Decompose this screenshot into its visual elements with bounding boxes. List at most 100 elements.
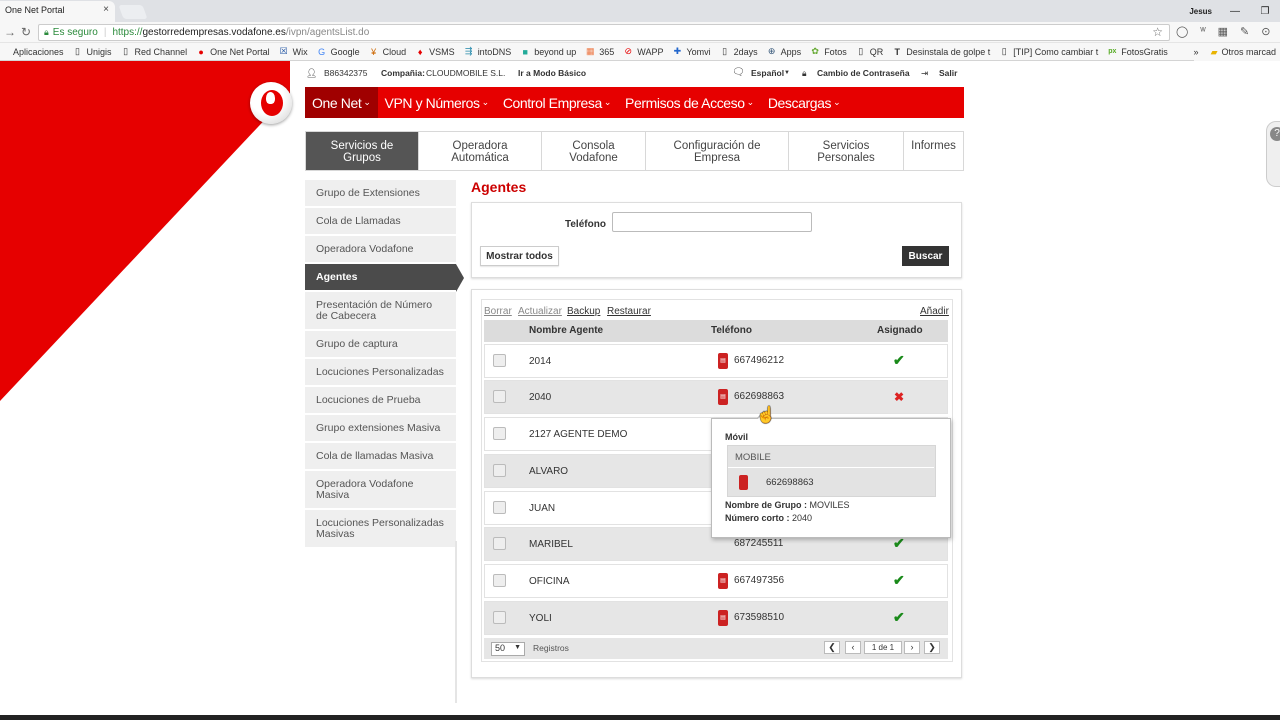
yomvi-icon: ✚	[673, 46, 682, 56]
tab-servicios-grupos[interactable]: Servicios de Grupos	[306, 132, 419, 170]
phone-search-input[interactable]	[612, 212, 812, 232]
help-icon[interactable]: ?	[1270, 127, 1280, 141]
tab-informes[interactable]: Informes	[904, 132, 963, 170]
extension-circle-icon[interactable]: ◯	[1176, 25, 1188, 38]
bookmarks-more-icon[interactable]: »	[1194, 47, 1199, 57]
basic-mode-link[interactable]: Ir a Modo Básico	[518, 68, 586, 78]
restore-link[interactable]: Restaurar	[607, 306, 651, 317]
menu-one-net[interactable]: One Net ⌄	[305, 87, 378, 118]
row-checkbox[interactable]	[493, 464, 506, 477]
row-checkbox[interactable]	[493, 354, 506, 367]
tab-close-icon[interactable]: ×	[103, 4, 109, 15]
extension-pen-icon[interactable]: ✎	[1240, 25, 1249, 38]
sidebar-item-operadora-vodafone-masiva[interactable]: Operadora Vodafone Masiva	[305, 471, 456, 509]
extension-pin-icon[interactable]: ⊙	[1261, 25, 1270, 38]
bookmark-item[interactable]: ✚ Yomvi	[672, 46, 711, 57]
bookmark-star-icon[interactable]: ☆	[1152, 25, 1163, 39]
row-checkbox[interactable]	[493, 501, 506, 514]
bookmark-item[interactable]: ■ beyond up	[520, 47, 576, 57]
mobile-phone-icon[interactable]: ▤	[718, 389, 728, 405]
menu-control-empresa[interactable]: Control Empresa ⌄	[496, 87, 618, 118]
not-assigned-x-icon: ✖	[894, 390, 905, 404]
table-row[interactable]: 2040 ▤ 662698863 ✖	[484, 380, 948, 414]
tab-configuracion-empresa[interactable]: Configuración de Empresa	[646, 132, 789, 170]
mobile-phone-icon[interactable]: ▤	[718, 610, 728, 626]
bookmark-item[interactable]: ☒ Wix	[279, 46, 308, 57]
table-row[interactable]: OFICINA ▤ 667497356 ✔	[484, 564, 948, 598]
sidebar-item-locuciones-prueba[interactable]: Locuciones de Prueba	[305, 387, 456, 414]
sidebar-item-agentes[interactable]: Agentes	[305, 264, 464, 292]
sidebar-item-grupo-captura[interactable]: Grupo de captura	[305, 331, 456, 358]
browser-user[interactable]: Jesus	[1181, 7, 1220, 16]
sidebar-item-locuciones-personalizadas[interactable]: Locuciones Personalizadas	[305, 359, 456, 386]
browser-tab[interactable]: One Net Portal ×	[0, 1, 115, 22]
column-phone[interactable]: Teléfono	[711, 325, 752, 336]
sidebar-item-presentacion-numero[interactable]: Presentación de Número de Cabecera	[305, 292, 456, 330]
bookmark-item[interactable]: ⇶ intoDNS	[464, 46, 511, 57]
bookmark-item[interactable]: ▯ QR	[856, 46, 883, 57]
bookmark-item[interactable]: Aplicaciones	[0, 47, 64, 57]
menu-vpn-numeros[interactable]: VPN y Números ⌄	[378, 87, 496, 118]
bookmark-item[interactable]: ⊘ WAPP	[623, 46, 664, 57]
new-tab-button[interactable]	[118, 5, 148, 19]
sidebar-item-locuciones-masivas[interactable]: Locuciones Personalizadas Masivas	[305, 510, 456, 548]
bookmark-item[interactable]: ▯ [TIP] Como cambiar t	[999, 46, 1099, 57]
search-button[interactable]: Buscar	[902, 246, 949, 266]
page-size-select[interactable]: 50 ▼	[491, 642, 525, 656]
bookmark-item[interactable]: ⊕ Apps	[767, 46, 801, 57]
extension-w-icon[interactable]: ʷ	[1200, 25, 1205, 38]
next-page-icon[interactable]: ›	[904, 641, 920, 654]
bookmark-item[interactable]: ✿ Fotos	[810, 46, 846, 57]
reload-icon[interactable]: ↻	[21, 25, 31, 39]
sidebar-item-cola-llamadas-masiva[interactable]: Cola de llamadas Masiva	[305, 443, 456, 470]
menu-permisos-acceso[interactable]: Permisos de Acceso ⌄	[618, 87, 761, 118]
mobile-phone-icon[interactable]: ▤	[718, 353, 728, 369]
bookmark-item[interactable]: T Desinstala de golpe t	[892, 47, 990, 57]
bookmark-item[interactable]: ♦ VSMS	[415, 47, 455, 57]
mobile-phone-icon[interactable]: ▤	[718, 573, 728, 589]
row-checkbox[interactable]	[493, 537, 506, 550]
tab-operadora-automatica[interactable]: Operadora Automática	[419, 132, 542, 170]
column-assigned[interactable]: Asignado	[877, 325, 923, 336]
logout-link[interactable]: Salir	[939, 68, 957, 78]
table-row[interactable]: YOLI ▤ 673598510 ✔	[484, 601, 948, 635]
menu-descargas[interactable]: Descargas ⌄	[761, 87, 847, 118]
bookmark-item[interactable]: G Google	[317, 47, 360, 57]
first-page-icon[interactable]: ❮	[824, 641, 840, 654]
other-bookmarks[interactable]: Otros marcad	[1221, 47, 1276, 57]
bookmark-item[interactable]: ▦ 365	[585, 46, 614, 57]
backup-link[interactable]: Backup	[567, 306, 600, 317]
column-name[interactable]: Nombre Agente	[529, 325, 603, 336]
sidebar-item-grupo-extensiones[interactable]: Grupo de Extensiones	[305, 180, 456, 207]
bookmark-item[interactable]: ¥ Cloud	[369, 47, 406, 57]
show-all-button[interactable]: Mostrar todos	[480, 246, 559, 266]
last-page-icon[interactable]: ❯	[924, 641, 940, 654]
sidebar-item-cola-llamadas[interactable]: Cola de Llamadas	[305, 208, 456, 235]
address-bar[interactable]: 🔒︎ Es seguro | https:// gestorredempresa…	[38, 24, 1170, 41]
delete-link[interactable]: Borrar	[484, 306, 512, 317]
update-link[interactable]: Actualizar	[518, 306, 562, 317]
change-password-link[interactable]: Cambio de Contraseña	[817, 68, 910, 78]
extension-grid-icon[interactable]: ▦	[1218, 25, 1228, 38]
bookmark-item[interactable]: ▯ Red Channel	[121, 46, 187, 57]
tab-servicios-personales[interactable]: Servicios Personales	[789, 132, 904, 170]
add-link[interactable]: Añadir	[920, 306, 949, 317]
agent-phone: 673598510	[734, 612, 785, 623]
bookmark-item[interactable]: ▯ 2days	[720, 46, 758, 57]
maximize-icon[interactable]: ❐	[1250, 6, 1280, 17]
row-checkbox[interactable]	[493, 574, 506, 587]
row-checkbox[interactable]	[493, 390, 506, 403]
forward-icon[interactable]: →	[4, 25, 16, 39]
language-selector[interactable]: Español	[751, 68, 784, 78]
row-checkbox[interactable]	[493, 427, 506, 440]
minimize-icon[interactable]: —	[1220, 6, 1250, 17]
tab-consola-vodafone[interactable]: Consola Vodafone	[542, 132, 646, 170]
bookmark-item[interactable]: px FotosGratis	[1107, 47, 1168, 57]
table-row[interactable]: 2014 ▤ 667496212 ✔	[484, 344, 948, 378]
bookmark-item[interactable]: ● One Net Portal	[196, 47, 269, 57]
sidebar-item-grupo-extensiones-masiva[interactable]: Grupo extensiones Masiva	[305, 415, 456, 442]
row-checkbox[interactable]	[493, 611, 506, 624]
bookmark-item[interactable]: ▯ Unigis	[73, 46, 112, 57]
sidebar-item-operadora-vodafone[interactable]: Operadora Vodafone	[305, 236, 456, 263]
prev-page-icon[interactable]: ‹	[845, 641, 861, 654]
